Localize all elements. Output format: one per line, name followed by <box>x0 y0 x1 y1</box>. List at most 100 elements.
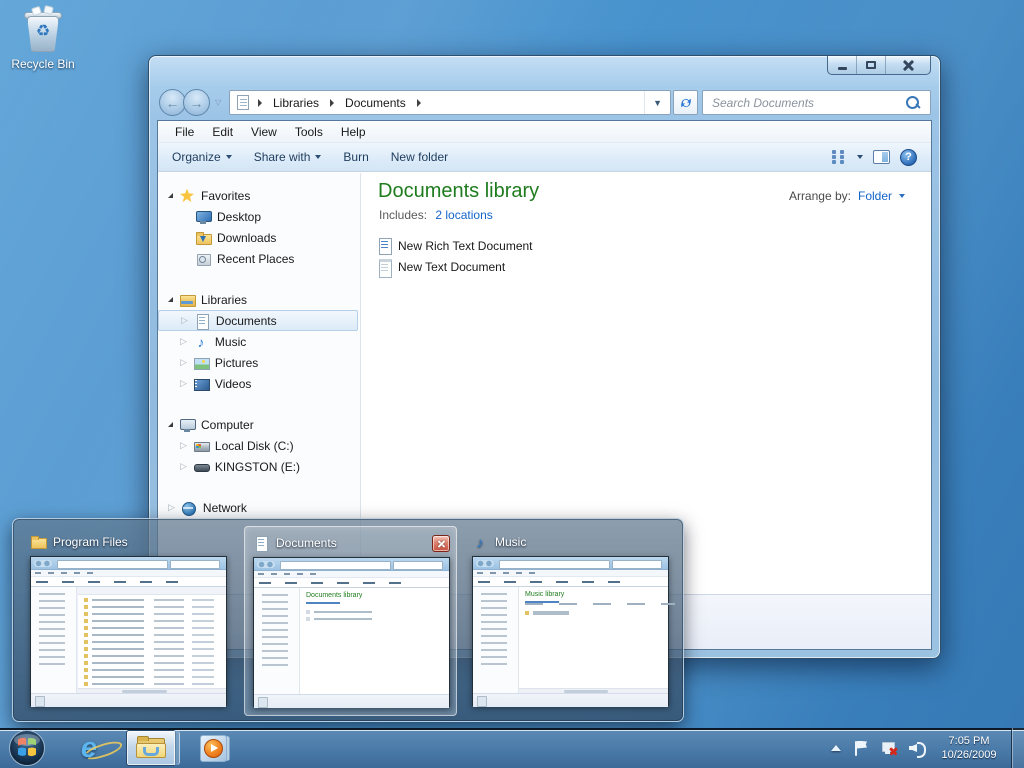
expander-closed-icon[interactable]: ▷ <box>168 503 175 512</box>
menu-bar: File Edit View Tools Help <box>158 121 931 143</box>
search-icon[interactable] <box>906 95 920 110</box>
file-row-text-document[interactable]: New Text Document <box>377 256 533 278</box>
expander-open-icon[interactable] <box>168 422 173 427</box>
thumbnail-music[interactable]: ♪ Music Music library <box>464 526 677 716</box>
file-list: New Rich Text Document New Text Document <box>377 235 533 278</box>
expander-open-icon[interactable] <box>168 297 173 302</box>
burn-button[interactable]: Burn <box>335 146 376 168</box>
expander-open-icon[interactable] <box>168 193 173 198</box>
document-icon <box>253 535 269 552</box>
removable-drive-icon <box>193 459 210 475</box>
thumbnail-documents[interactable]: Documents Documents library <box>244 526 457 716</box>
show-hidden-icons-button[interactable] <box>831 745 841 751</box>
organize-button[interactable]: Organize <box>164 146 240 168</box>
breadcrumb-libraries[interactable]: Libraries <box>271 96 321 110</box>
expander-closed-icon[interactable]: ▷ <box>180 441 187 450</box>
folder-icon <box>30 534 47 550</box>
back-button[interactable]: ← <box>159 89 186 116</box>
libraries-icon <box>179 292 196 308</box>
search-input[interactable]: Search Documents <box>702 90 931 115</box>
file-row-rich-text-document[interactable]: New Rich Text Document <box>377 235 533 256</box>
expander-closed-icon[interactable]: ▷ <box>180 462 187 471</box>
show-desktop-button[interactable] <box>1011 728 1024 768</box>
breadcrumb-documents[interactable]: Documents <box>343 96 408 110</box>
network-status-icon[interactable] <box>881 741 897 756</box>
file-name: New Rich Text Document <box>398 238 533 253</box>
new-folder-label: New folder <box>390 150 449 164</box>
folder-icon <box>136 736 166 760</box>
nav-item-desktop[interactable]: Desktop <box>158 206 360 227</box>
favorites-star-icon <box>179 188 195 204</box>
nav-label: Music <box>214 334 247 349</box>
new-folder-button[interactable]: New folder <box>383 146 456 168</box>
windows-explorer-button[interactable] <box>126 730 180 766</box>
recycle-bin-icon: ♻ <box>23 5 63 54</box>
refresh-button[interactable] <box>673 90 698 115</box>
nav-item-recent-places[interactable]: Recent Places <box>158 248 360 269</box>
nav-item-videos[interactable]: ▷ Videos <box>158 373 360 394</box>
nav-section-favorites[interactable]: Favorites <box>158 185 360 206</box>
nav-item-local-disk-c[interactable]: ▷ Local Disk (C:) <box>158 435 360 456</box>
nav-item-kingston-e[interactable]: ▷ KINGSTON (E:) <box>158 456 360 477</box>
downloads-icon <box>195 230 212 246</box>
locations-link[interactable]: 2 locations <box>435 208 492 222</box>
maximize-button[interactable] <box>857 56 886 74</box>
internet-explorer-button[interactable]: e <box>66 730 124 766</box>
nav-item-pictures[interactable]: ▷ Pictures <box>158 352 360 373</box>
menu-file[interactable]: File <box>166 123 203 141</box>
preview-pane-button[interactable] <box>873 150 890 164</box>
minimize-button[interactable] <box>828 56 857 74</box>
nav-label: KINGSTON (E:) <box>214 459 301 474</box>
refresh-icon <box>680 98 691 107</box>
arrange-by-value[interactable]: Folder <box>858 189 892 203</box>
thumbnail-preview[interactable]: Documents library <box>253 557 450 708</box>
nav-item-music[interactable]: ▷ ♪ Music <box>158 331 360 352</box>
clock[interactable]: 7:05 PM 10/26/2009 <box>935 734 1003 762</box>
nav-label: Videos <box>214 376 252 391</box>
taskbar-thumbnails-flyout: Program Files Documents Documents librar… <box>12 518 684 722</box>
expander-closed-icon[interactable]: ▷ <box>180 358 187 367</box>
start-button[interactable] <box>8 729 46 767</box>
music-icon: ♪ <box>197 333 205 350</box>
expander-closed-icon[interactable]: ▷ <box>180 337 187 346</box>
nav-section-libraries[interactable]: Libraries <box>158 289 360 310</box>
volume-icon[interactable] <box>909 741 926 758</box>
menu-tools[interactable]: Tools <box>286 123 332 141</box>
nav-section-computer[interactable]: Computer <box>158 414 360 435</box>
thumbnail-close-button[interactable] <box>432 535 450 552</box>
arrange-by-label: Arrange by: <box>788 189 851 203</box>
recycle-bin-desktop-icon[interactable]: ♻ Recycle Bin <box>6 5 80 71</box>
breadcrumb-arrow-icon <box>258 98 262 107</box>
forward-button[interactable]: → <box>183 89 210 116</box>
action-center-flag-icon[interactable] <box>855 740 868 756</box>
help-button[interactable]: ? <box>900 148 917 166</box>
network-icon <box>181 500 197 516</box>
nav-section-network[interactable]: ▷ Network <box>158 497 360 518</box>
recent-pages-chevron-icon[interactable]: ▽ <box>215 98 221 107</box>
expander-closed-icon[interactable]: ▷ <box>181 316 188 325</box>
thumbnail-program-files[interactable]: Program Files <box>22 526 235 716</box>
share-with-label: Share with <box>253 150 311 164</box>
address-dropdown-icon[interactable]: ▼ <box>644 91 670 114</box>
mini-library-heading: Music library <box>525 591 565 598</box>
views-chevron-icon[interactable] <box>857 155 863 159</box>
maximize-icon <box>866 61 876 69</box>
close-button[interactable] <box>886 56 930 74</box>
taskbar: e 7:05 PM 10/26/2009 <box>0 728 1024 768</box>
nav-item-documents[interactable]: ▷ Documents <box>158 310 358 331</box>
nav-label: Downloads <box>217 230 277 245</box>
menu-edit[interactable]: Edit <box>203 123 242 141</box>
nav-item-downloads[interactable]: Downloads <box>158 227 360 248</box>
chevron-down-icon <box>899 194 905 198</box>
change-view-button[interactable] <box>832 150 847 164</box>
media-player-button[interactable] <box>190 730 236 766</box>
expander-closed-icon[interactable]: ▷ <box>180 379 187 388</box>
address-bar[interactable]: Libraries Documents ▼ <box>229 90 671 115</box>
menu-view[interactable]: View <box>242 123 286 141</box>
thumbnail-preview[interactable]: Music library <box>472 556 675 707</box>
share-with-button[interactable]: Share with <box>246 146 330 168</box>
arrange-by-control[interactable]: Arrange by: Folder <box>789 189 905 203</box>
menu-help[interactable]: Help <box>332 123 375 141</box>
mini-library-heading: Documents library <box>306 592 363 599</box>
thumbnail-preview[interactable] <box>30 556 227 707</box>
